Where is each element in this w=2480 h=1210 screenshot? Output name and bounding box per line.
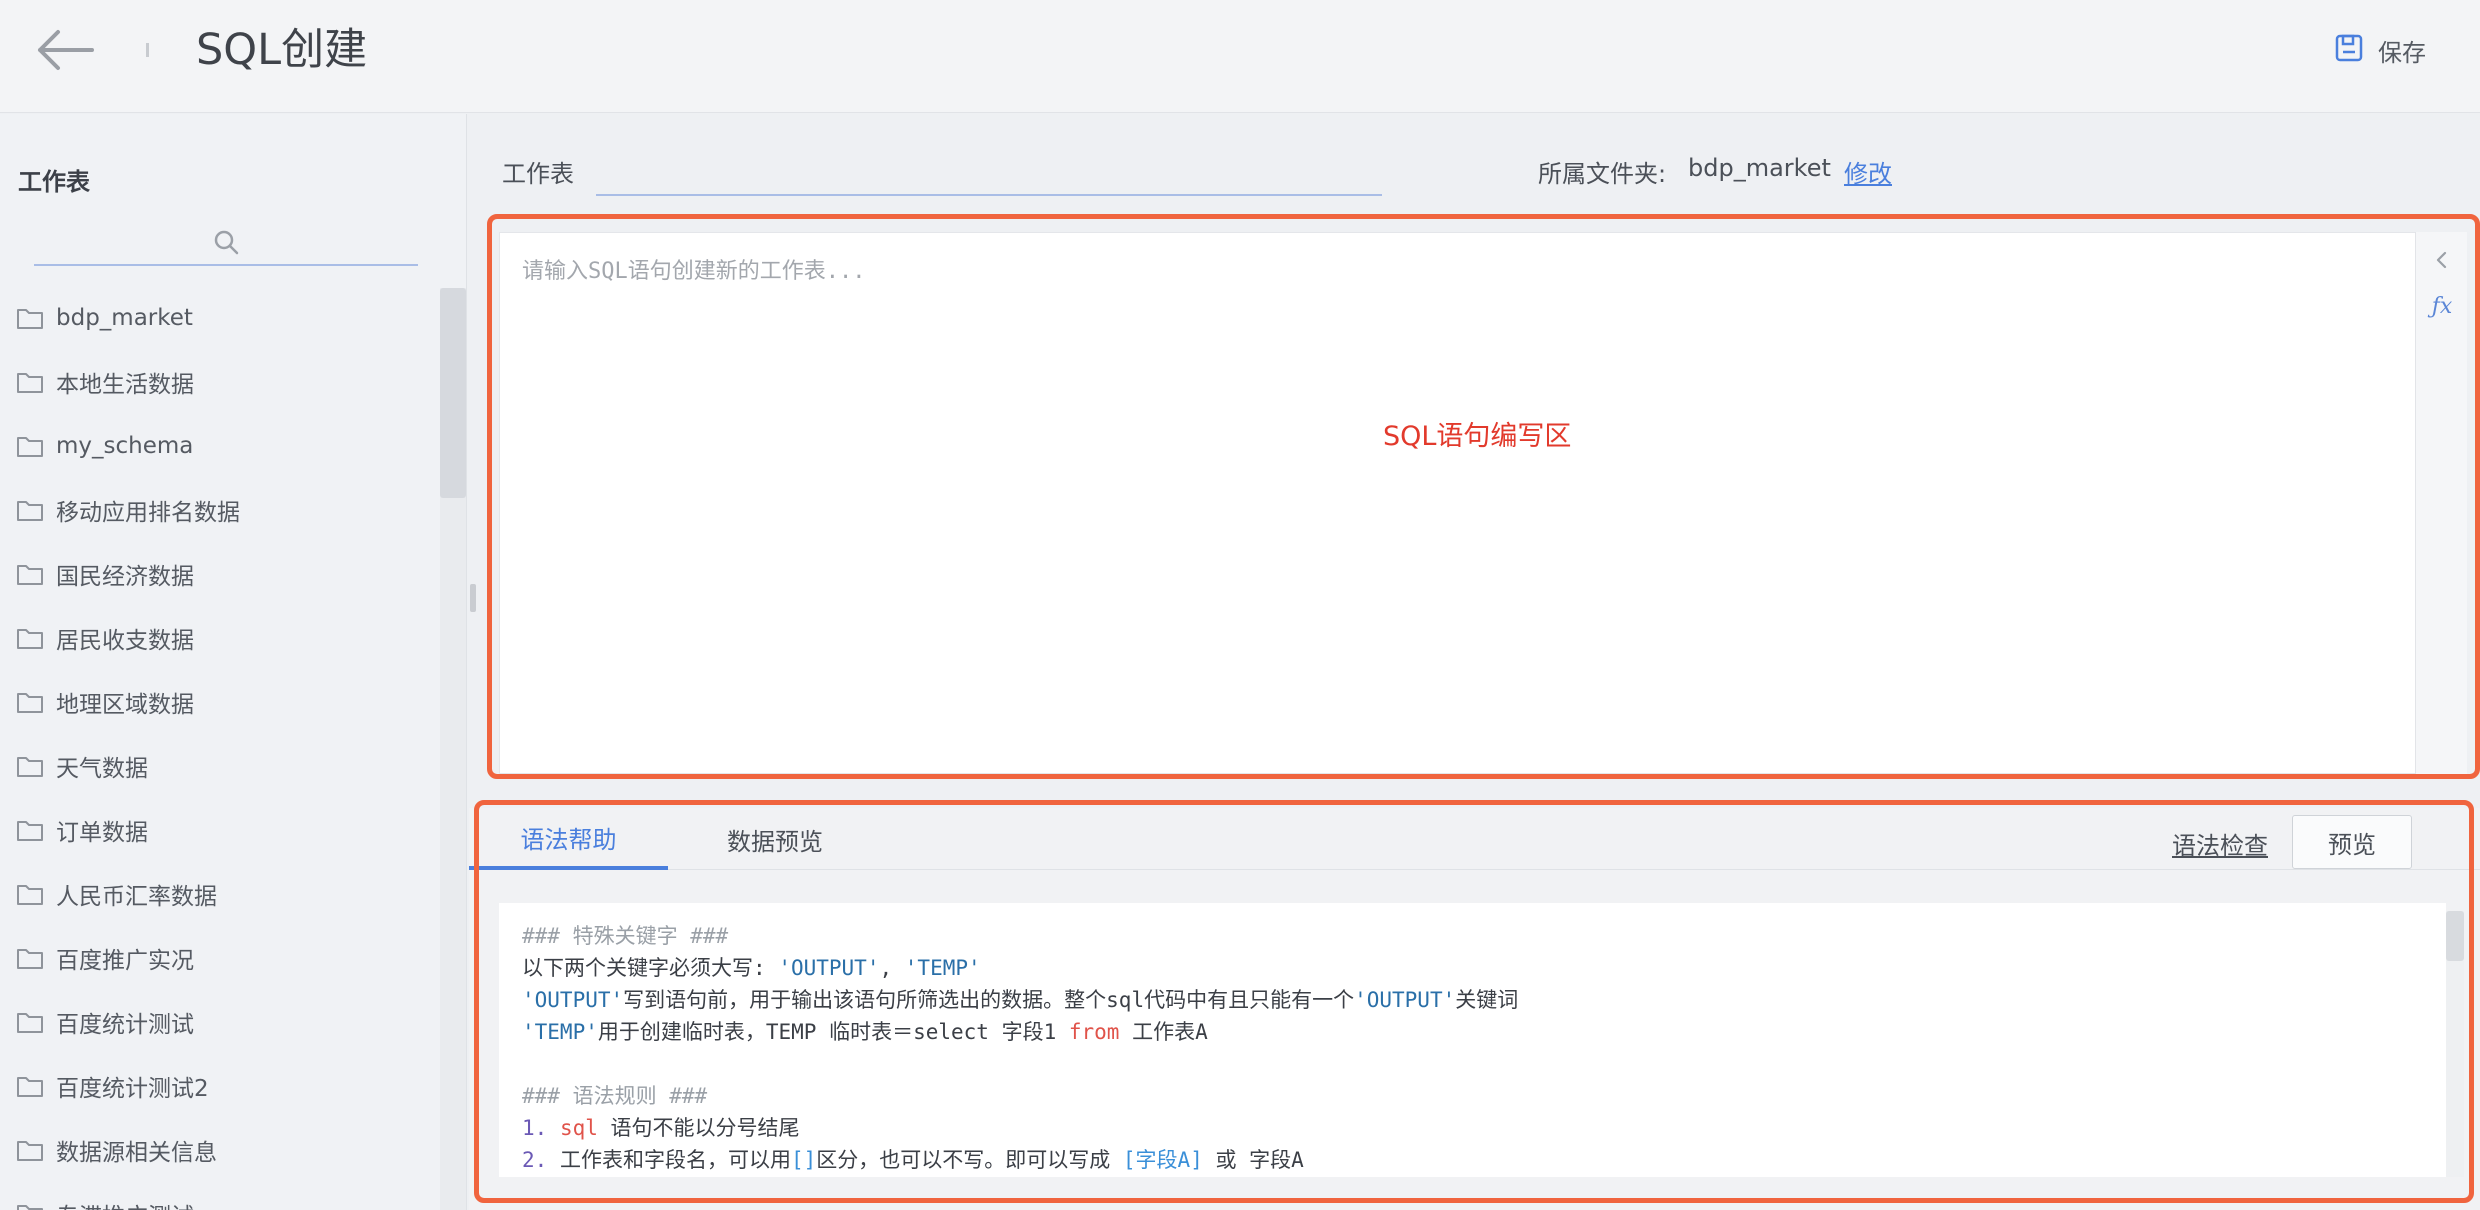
folder-icon bbox=[16, 752, 46, 780]
folder-icon bbox=[16, 688, 46, 716]
sidebar-item-label: 百度推广实况 bbox=[56, 948, 194, 974]
search-icon bbox=[212, 228, 240, 260]
sidebar-item-label: 天气数据 bbox=[56, 756, 148, 782]
sidebar: 工作表 bdp_market 本地生活数据 my_schema 移动应用排名数据 国民经… bbox=[0, 114, 467, 1210]
sidebar-item-label: 居民收支数据 bbox=[56, 628, 194, 654]
sidebar-item-folder[interactable]: 本地生活数据 bbox=[0, 350, 440, 414]
sidebar-item-folder[interactable]: 国民经济数据 bbox=[0, 542, 440, 606]
preview-button[interactable]: 预览 bbox=[2292, 815, 2412, 869]
sidebar-item-label: 本地生活数据 bbox=[56, 372, 194, 398]
sidebar-item-label: my_schema bbox=[56, 433, 194, 459]
folder-label: 所属文件夹: bbox=[1538, 160, 1667, 188]
sidebar-item-label: 百度统计测试2 bbox=[56, 1076, 209, 1102]
sidebar-item-folder[interactable]: 人民币汇率数据 bbox=[0, 862, 440, 926]
folder-value: bdp_market bbox=[1688, 154, 1831, 182]
sidebar-item-label: 国民经济数据 bbox=[56, 564, 194, 590]
page-title: SQL创建 bbox=[196, 25, 368, 75]
tab-syntax-help[interactable]: 语法帮助 bbox=[469, 808, 668, 870]
sql-editor-input[interactable] bbox=[500, 233, 2415, 773]
sidebar-item-folder[interactable]: 百度统计测试2 bbox=[0, 1054, 440, 1118]
help-heading-rules: ### 语法规则 ### bbox=[522, 1084, 708, 1108]
top-bar: SQL创建 保存 bbox=[0, 0, 2480, 113]
sidebar-item-label: 百度统计测试 bbox=[56, 1012, 194, 1038]
sidebar-item-label: 人民币汇率数据 bbox=[56, 884, 217, 910]
folder-icon bbox=[16, 432, 46, 460]
sheet-name-input[interactable] bbox=[596, 150, 1382, 196]
title-divider bbox=[146, 43, 149, 57]
sidebar-item-label: 专滞推广测试 bbox=[56, 1197, 194, 1210]
folder-icon bbox=[16, 368, 46, 396]
folder-edit-link[interactable]: 修改 bbox=[1844, 154, 1892, 189]
folder-icon bbox=[16, 560, 46, 588]
sidebar-item-folder[interactable]: bdp_market bbox=[0, 286, 440, 350]
help-line-3: 'TEMP'用于创建临时表，TEMP 临时表＝select 字段1 from 工… bbox=[522, 1020, 1208, 1044]
folder-icon bbox=[16, 496, 46, 524]
sidebar-item-folder[interactable]: my_schema bbox=[0, 414, 440, 478]
help-line-2: 'OUTPUT'写到语句前，用于输出该语句所筛选出的数据。整个sql代码中有且只… bbox=[522, 988, 1519, 1012]
chevron-left-icon[interactable] bbox=[2428, 246, 2456, 274]
sql-editor[interactable] bbox=[499, 232, 2416, 774]
sidebar-item-label: 地理区域数据 bbox=[56, 692, 194, 718]
sidebar-item-folder[interactable]: 天气数据 bbox=[0, 734, 440, 798]
help-heading-keywords: ### 特殊关键字 ### bbox=[522, 924, 729, 948]
sidebar-item-folder[interactable]: 专滞推广测试 bbox=[0, 1182, 440, 1210]
sidebar-item-label: 订单数据 bbox=[56, 820, 148, 846]
sidebar-item-label: 数据源相关信息 bbox=[56, 1140, 217, 1166]
syntax-help-content: ### 特殊关键字 ### 以下两个关键字必须大写: 'OUTPUT', 'TE… bbox=[499, 903, 2446, 1177]
help-line-1: 以下两个关键字必须大写: 'OUTPUT', 'TEMP' bbox=[522, 956, 981, 980]
sidebar-item-label: 移动应用排名数据 bbox=[56, 500, 240, 526]
folder-icon bbox=[16, 1072, 46, 1100]
save-icon bbox=[2334, 33, 2364, 67]
sidebar-item-folder[interactable]: 地理区域数据 bbox=[0, 670, 440, 734]
help-text-block: ### 特殊关键字 ### 以下两个关键字必须大写: 'OUTPUT', 'TE… bbox=[522, 920, 1518, 1176]
sidebar-search-input[interactable] bbox=[34, 224, 418, 266]
sidebar-item-folder[interactable]: 订单数据 bbox=[0, 798, 440, 862]
save-button[interactable]: 保存 bbox=[2334, 30, 2426, 70]
help-line-5: 2. 工作表和字段名，可以用[]区分，也可以不写。即可以写成 [字段A] 或 字… bbox=[522, 1148, 1304, 1172]
help-scrollbar-thumb[interactable] bbox=[2446, 911, 2464, 961]
editor-annotation: SQL语句编写区 bbox=[1383, 421, 1572, 452]
sheet-name-label: 工作表 bbox=[502, 160, 574, 188]
folder-icon bbox=[16, 304, 46, 332]
back-arrow-icon[interactable] bbox=[34, 26, 96, 74]
sidebar-item-folder[interactable]: 移动应用排名数据 bbox=[0, 478, 440, 542]
folder-icon bbox=[16, 1200, 46, 1210]
sidebar-scrollbar-thumb[interactable] bbox=[440, 288, 466, 498]
help-line-4: 1. sql 语句不能以分号结尾 bbox=[522, 1116, 800, 1140]
tab-data-preview[interactable]: 数据预览 bbox=[690, 808, 860, 870]
sidebar-item-folder[interactable]: 数据源相关信息 bbox=[0, 1118, 440, 1182]
folder-icon bbox=[16, 880, 46, 908]
folder-icon bbox=[16, 624, 46, 652]
folder-list: bdp_market 本地生活数据 my_schema 移动应用排名数据 国民经济数据居… bbox=[0, 286, 440, 1210]
folder-icon bbox=[16, 1136, 46, 1164]
folder-icon bbox=[16, 944, 46, 972]
folder-icon bbox=[16, 816, 46, 844]
save-label: 保存 bbox=[2378, 38, 2426, 67]
sidebar-resize-handle[interactable] bbox=[470, 584, 476, 612]
folder-icon bbox=[16, 1008, 46, 1036]
sidebar-item-folder[interactable]: 居民收支数据 bbox=[0, 606, 440, 670]
sidebar-title: 工作表 bbox=[18, 168, 90, 196]
function-fx-icon[interactable]: ƒx bbox=[2428, 292, 2456, 320]
syntax-check-link[interactable]: 语法检查 bbox=[2172, 826, 2268, 861]
editor-side-panel: ƒx bbox=[2415, 232, 2467, 774]
sidebar-item-folder[interactable]: 百度统计测试 bbox=[0, 990, 440, 1054]
sidebar-item-folder[interactable]: 百度推广实况 bbox=[0, 926, 440, 990]
sidebar-item-label: bdp_market bbox=[56, 305, 193, 331]
